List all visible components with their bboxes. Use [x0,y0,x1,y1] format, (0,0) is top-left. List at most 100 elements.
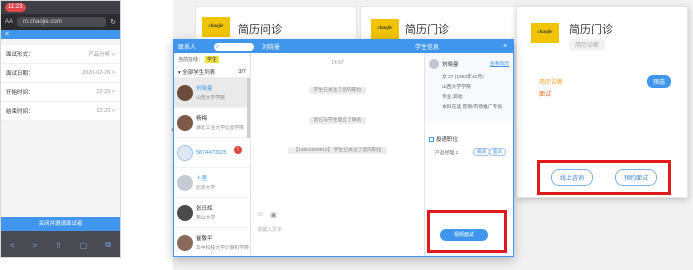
list-section-header[interactable]: ▾ 全部学生列表 3/7 [174,66,250,78]
bookmarks-icon[interactable]: ▢ [80,241,88,250]
forward-icon[interactable]: > [33,241,38,250]
form-list: 面试形式： 产品分析 > 面试日期： 2020-02-26 > 开始时间： 23… [1,45,120,121]
contact-item[interactable]: 卜里 北京大学 [174,168,250,198]
form-label: 面试形式： [6,52,34,58]
book-interview-button[interactable]: 预约面试 [614,169,657,186]
search-icon: ⌕ [216,43,220,50]
highlighted-action-box: 线上咨询 预约面试 [537,160,671,195]
system-message: 学生已关注了您的职位 [251,78,424,96]
card-title: 简历门诊 [569,24,613,36]
form-value: 2020-02-26 > [82,70,115,76]
contact-name: 张日辉 [196,206,213,212]
system-message: 您已与学生建立了联系 [251,108,424,126]
composer-toolbar: ☺ ▣ [257,211,277,219]
section-title: 投递职位 [436,137,459,143]
peer-name: 刘晓曼 [262,45,281,51]
student-name: 刘晓曼 [442,62,459,68]
student-detail: 山西大学学院 [442,85,471,90]
image-icon[interactable]: ▣ [270,211,277,219]
share-icon[interactable]: ⇧ [55,241,62,250]
mobile-phone-view: 11:23 AA m.chaojie.com ↻ < 面试形式： 产品分析 > … [0,0,121,258]
avatar [177,174,193,191]
avatar [177,204,193,221]
highlighted-video-box: 视频面试 [427,210,507,253]
form-row-interview-date[interactable]: 面试日期： 2020-02-26 > [1,64,120,83]
avatar [177,84,193,101]
system-message-text: 您已与学生建立了联系 [308,117,367,124]
chevron-down-icon[interactable]: ⌄ [174,249,250,255]
form-label: 结束时间： [6,109,34,115]
avatar [177,114,193,131]
online-status: 当前在线： 学生 [174,53,250,66]
contacts-title: 联系人 [178,45,197,51]
contact-desc: 山西大学学院 [196,96,225,101]
form-value: 23:23 > [96,89,115,95]
online-highlight: 学生 [205,56,220,63]
form-row-end-time[interactable]: 结束时间： 23:23 > [1,102,120,121]
company-logo: chaojie [202,17,230,37]
interview-tag[interactable]: 面试 [489,148,506,156]
company-logo: chaojie [371,19,399,39]
back-button[interactable]: < [1,30,120,39]
form-label: 面试日期： [6,71,34,77]
chat-window: 联系人 ⌕ 刘晓曼 学生信息 × 当前在线： 学生 ▾ 全部学生列表 3/7 刘… [173,39,514,257]
back-icon[interactable]: < [10,241,15,250]
emoji-icon[interactable]: ☺ [257,211,264,219]
tabs-icon[interactable]: ⧉ [105,240,111,250]
form-value: 产品分析 > [88,52,115,58]
browser-toolbar: < > ⇧ ▢ ⧉ [1,231,120,257]
url-field[interactable]: m.chaojie.com [17,17,107,27]
form-label: 开始时间： [6,90,34,96]
section-label: ▾ 全部学生列表 [178,69,216,76]
contact-name: 崔敬平 [196,236,213,242]
contact-desc: 北京大学 [196,186,216,191]
contact-name: 杨梅 [196,116,208,122]
system-message-text: 【13602889812】 学生已关注了您的职位 [288,147,387,154]
form-row-interview-type[interactable]: 面试形式： 产品分析 > [1,45,120,64]
invite-tag[interactable]: 邀请 [473,148,490,156]
view-resume-link[interactable]: 查看简历 [490,60,509,67]
contact-item[interactable]: 张日辉 燕山大学 [174,198,250,228]
briefcase-icon [429,136,434,142]
contact-name: 5874473925 [196,149,227,156]
interview-status: 面试 [539,92,552,98]
status-bar: 11:23 [1,1,120,14]
list-scrollbar[interactable] [247,78,250,138]
contact-name: 刘晓曼 [196,86,213,92]
student-detail: 专业:其他 [442,95,463,100]
system-message-text: 学生已关注了您的职位 [308,87,367,94]
text-size-button[interactable]: AA [5,19,13,25]
video-interview-button[interactable]: 视频面试 [440,229,488,241]
contact-desc: 燕山大学 [196,216,216,221]
form-row-start-time[interactable]: 开始时间： 23:23 > [1,83,120,102]
online-consult-button[interactable]: 线上咨询 [550,169,593,186]
submit-button[interactable]: 关闭并邀请面试者 [1,217,120,231]
close-icon[interactable]: × [501,43,509,50]
card-title: 简历门诊 [405,24,449,36]
company-logo: chaojie [531,23,559,43]
student-info-title: 学生信息 [415,45,440,51]
system-message: 【13602889812】 学生已关注了您的职位 [251,138,424,156]
job-card-3[interactable]: chaojie 简历门诊 简历诊断 简历诊断 面试 预选 线上咨询 预约面试 [516,6,688,198]
contact-search-input[interactable]: ⌕ [214,42,254,51]
resume-diagnosis-link[interactable]: 简历诊断 [539,77,563,86]
student-detail: 本科在读 营销/市场推广专员 [442,105,503,110]
avatar [177,144,193,161]
contact-item[interactable]: 5874473925 ! [174,138,250,168]
card-subtitle: 简历诊断 [569,39,606,50]
contact-item[interactable]: 杨梅湖北工业大学信息学院 [174,108,250,138]
reload-icon[interactable]: ↻ [110,18,116,26]
contact-desc: 湖北工业大学信息学院 [196,126,244,131]
url-bar: AA m.chaojie.com ↻ [1,14,120,30]
applied-jobs-section: 投递职位 [429,135,458,143]
chevron-left-icon[interactable]: ‹ [171,124,174,134]
message-time: 14:57 [331,60,344,66]
job-title: 产品经理 2 [435,151,459,156]
empty-area [1,131,120,217]
message-input[interactable]: 请输入文字 [257,226,282,233]
conversation-pane: 14:57 学生已关注了您的职位 您已与学生建立了联系 【13602889812… [251,53,425,256]
section-count: 3/7 [238,68,246,75]
preselect-button[interactable]: 预选 [647,75,672,88]
student-profile: 刘晓曼 查看简历 女 27 (1993年10月) 山西大学学院 专业:其他 本科… [425,53,513,123]
contact-item[interactable]: 刘晓曼 山西大学学院 [174,78,250,108]
